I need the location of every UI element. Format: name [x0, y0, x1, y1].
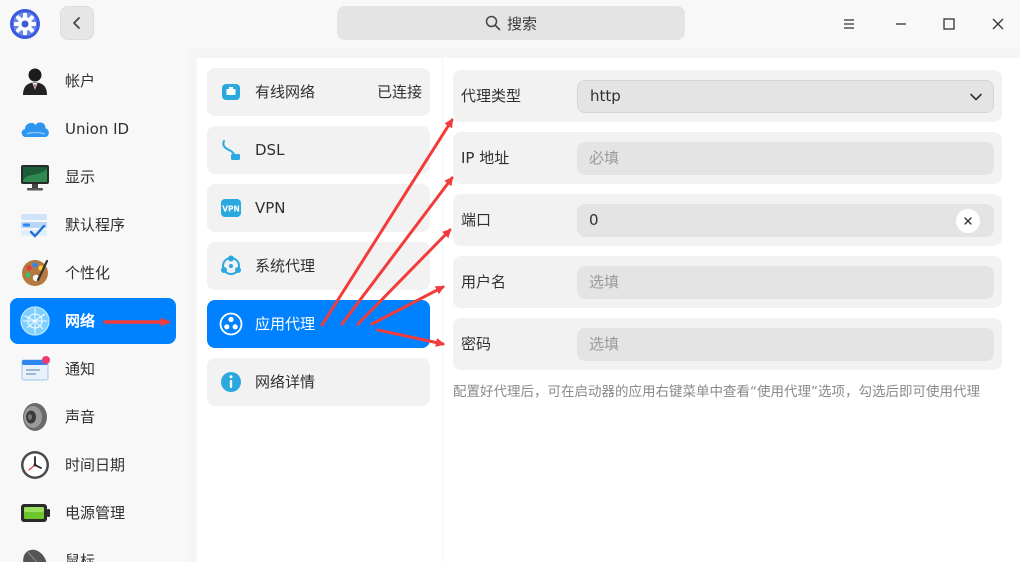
svg-text:VPN: VPN	[222, 205, 240, 214]
sidebar-item-label: 时间日期	[65, 456, 126, 474]
cloud-icon	[21, 122, 49, 137]
proxy-type-select[interactable]: http	[577, 80, 994, 113]
network-item-label: 应用代理	[255, 315, 316, 333]
ip-address-placeholder: 必填	[589, 149, 620, 167]
sidebar-item-label: Union ID	[65, 120, 130, 138]
password-placeholder: 选填	[589, 335, 620, 353]
mouse-icon	[23, 549, 47, 562]
info-icon	[221, 372, 241, 392]
menu-icon	[844, 19, 854, 29]
proxy-type-row: 代理类型 http	[453, 70, 1002, 122]
minimize-button[interactable]	[885, 8, 917, 40]
app-proxy-icon	[219, 312, 243, 336]
username-placeholder: 选填	[589, 273, 620, 291]
account-icon	[23, 68, 47, 95]
network-item-vpn[interactable]: VPN VPN	[207, 184, 430, 232]
port-value: 0	[589, 211, 599, 229]
sidebar-item-label: 显示	[65, 168, 96, 186]
notification-icon	[21, 356, 50, 381]
search-placeholder: 搜索	[506, 14, 537, 33]
sidebar-item-label: 声音	[65, 408, 96, 426]
network-item-label: 系统代理	[255, 257, 316, 275]
close-icon	[992, 18, 1004, 30]
username-label: 用户名	[461, 273, 507, 291]
network-item-label: VPN	[255, 199, 286, 217]
sidebar-item-label: 帐户	[65, 72, 96, 90]
proxy-hint-text: 配置好代理后，可在启动器的应用右键菜单中查看“使用代理”选项，勾选后即可使用代理	[453, 384, 980, 400]
password-input[interactable]: 选填	[577, 328, 994, 361]
palette-icon	[22, 259, 49, 286]
sidebar-item-network[interactable]: 网络	[10, 298, 176, 344]
chevron-left-icon	[73, 17, 80, 29]
network-item-app-proxy[interactable]: 应用代理	[207, 300, 430, 348]
sidebar-item-datetime[interactable]: 时间日期	[10, 442, 176, 488]
speaker-icon	[23, 403, 47, 431]
battery-icon	[21, 504, 50, 522]
maximize-icon	[943, 18, 955, 30]
network-item-label: DSL	[255, 141, 285, 159]
clear-icon	[964, 217, 972, 225]
title-bar: 搜索	[0, 0, 1020, 48]
ip-address-input[interactable]: 必填	[577, 142, 994, 175]
password-label: 密码	[461, 335, 492, 353]
network-globe-icon	[20, 306, 50, 336]
sidebar-item-label: 网络	[65, 312, 96, 330]
sidebar-item-union-id[interactable]: Union ID	[10, 106, 176, 152]
sidebar-item-label: 个性化	[65, 264, 111, 282]
sidebar-item-display[interactable]: 显示	[10, 154, 176, 200]
clock-icon	[21, 451, 49, 479]
app-proxy-settings: 代理类型 http IP 地址 必填 端口 0 用户名 选填 密码 选填 配置好…	[443, 58, 1020, 562]
menu-button[interactable]	[833, 8, 865, 40]
proxy-type-label: 代理类型	[461, 87, 522, 105]
network-item-label: 有线网络	[255, 83, 316, 101]
maximize-button[interactable]	[933, 8, 965, 40]
port-row: 端口 0	[453, 194, 1002, 246]
proxy-type-value: http	[590, 87, 621, 105]
ip-address-row: IP 地址 必填	[453, 132, 1002, 184]
sidebar-item-label: 电源管理	[65, 504, 126, 522]
back-button[interactable]	[60, 6, 94, 40]
connection-status: 已连接	[376, 83, 422, 101]
dsl-icon	[222, 140, 240, 160]
sidebar: 帐户 Union ID 显示 默认程序 个性化 网络 通知 声音 时间日期 电源…	[0, 48, 187, 562]
sidebar-item-personalization[interactable]: 个性化	[10, 250, 176, 296]
system-proxy-icon	[221, 255, 241, 275]
default-apps-icon	[21, 214, 47, 238]
close-button[interactable]	[982, 8, 1014, 40]
username-input[interactable]: 选填	[577, 266, 994, 299]
sidebar-item-account[interactable]: 帐户	[10, 58, 176, 104]
sidebar-item-label: 通知	[65, 360, 96, 378]
sidebar-item-mouse[interactable]: 鼠标	[10, 538, 176, 562]
sidebar-item-label: 默认程序	[65, 216, 126, 234]
network-item-details[interactable]: 网络详情	[207, 358, 430, 406]
clear-button[interactable]	[956, 209, 980, 233]
sidebar-item-notification[interactable]: 通知	[10, 346, 176, 392]
vpn-icon: VPN	[221, 199, 241, 217]
port-input[interactable]: 0	[577, 204, 994, 237]
search-input[interactable]: 搜索	[337, 6, 685, 40]
sidebar-item-sound[interactable]: 声音	[10, 394, 176, 440]
network-menu-panel: 有线网络 已连接 DSL VPN VPN 系统代理 应用代理 网络详情	[197, 58, 442, 562]
sidebar-item-default-apps[interactable]: 默认程序	[10, 202, 176, 248]
network-item-wired[interactable]: 有线网络 已连接	[207, 68, 430, 116]
password-row: 密码 选填	[453, 318, 1002, 370]
settings-gear-logo-icon[interactable]	[9, 8, 41, 40]
chevron-down-icon	[970, 93, 982, 101]
ip-address-label: IP 地址	[461, 149, 510, 167]
minimize-icon	[896, 23, 906, 25]
sidebar-item-label: 鼠标	[65, 552, 96, 562]
search-icon	[485, 15, 501, 31]
sidebar-item-power[interactable]: 电源管理	[10, 490, 176, 536]
network-item-dsl[interactable]: DSL	[207, 126, 430, 174]
port-label: 端口	[461, 211, 492, 229]
display-icon	[21, 165, 49, 191]
network-item-label: 网络详情	[255, 373, 316, 391]
network-item-system-proxy[interactable]: 系统代理	[207, 242, 430, 290]
wired-network-icon	[222, 84, 240, 100]
username-row: 用户名 选填	[453, 256, 1002, 308]
